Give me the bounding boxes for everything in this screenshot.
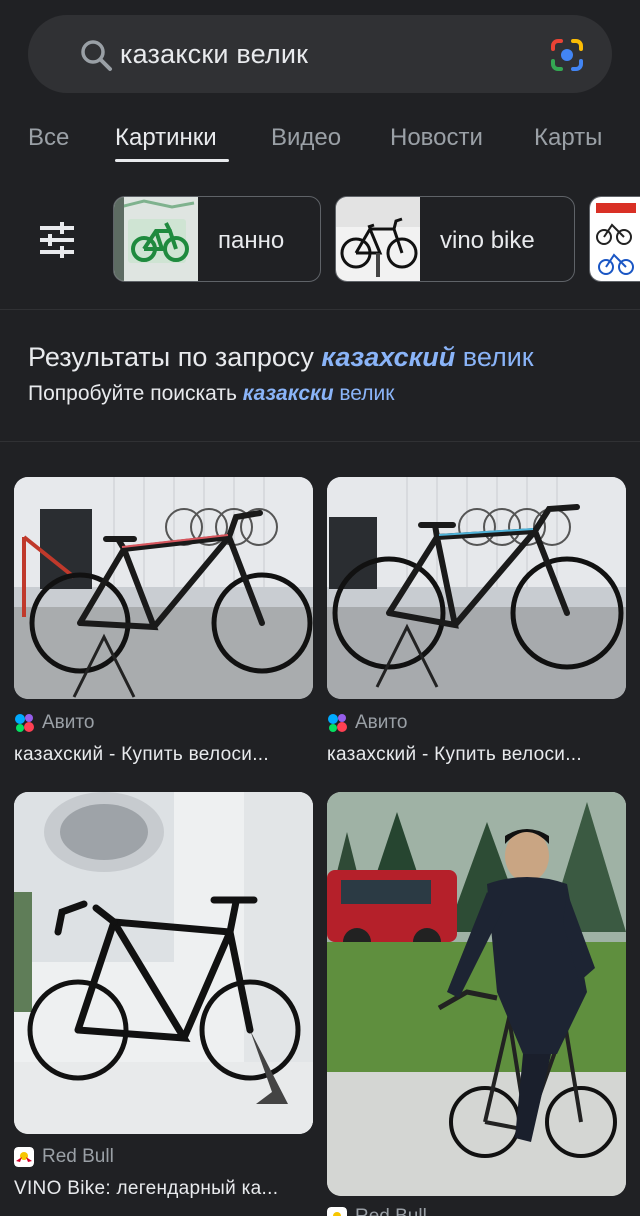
- divider: [0, 441, 640, 442]
- search-bar[interactable]: казакски велик: [28, 15, 612, 93]
- search-tabs: Все Картинки Видео Новости Карты: [0, 118, 640, 166]
- avito-favicon: [328, 714, 347, 732]
- source-name: Авито: [355, 712, 408, 733]
- chip-vino-bike[interactable]: vino bike: [335, 196, 575, 282]
- result-title-3[interactable]: VINO Bike: легендарный ка...: [14, 1178, 278, 1200]
- divider: [0, 309, 640, 310]
- chip-panno-thumbnail: [114, 197, 198, 281]
- active-tab-indicator: [115, 159, 229, 162]
- tab-maps[interactable]: Карты: [534, 124, 602, 152]
- cyclist-photo: [327, 792, 626, 1196]
- result-image-2[interactable]: [327, 477, 626, 699]
- result-source-1[interactable]: Авито: [14, 712, 94, 734]
- tab-news[interactable]: Новости: [390, 124, 483, 152]
- tab-all[interactable]: Все: [28, 124, 69, 152]
- tab-images[interactable]: Картинки: [115, 124, 217, 152]
- bike-photo: [14, 477, 313, 699]
- result-title-1[interactable]: казахский - Купить велоси...: [14, 744, 269, 766]
- showing-results-for: Результаты по запросу казахский велик: [28, 342, 534, 373]
- tune-icon[interactable]: [38, 222, 76, 258]
- source-name: Авито: [42, 712, 95, 733]
- corrected-rest-link[interactable]: велик: [463, 342, 534, 372]
- result-source-2[interactable]: Авито: [327, 712, 407, 734]
- try-prefix: Попробуйте поискать: [28, 382, 237, 405]
- original-word-link[interactable]: казакски: [243, 382, 334, 405]
- google-lens-icon[interactable]: [549, 37, 585, 73]
- avito-favicon: [15, 714, 34, 732]
- result-source-3[interactable]: Red Bull: [14, 1146, 114, 1168]
- redbull-favicon: [327, 1207, 347, 1216]
- corrected-word-link[interactable]: казахский: [321, 342, 455, 372]
- tab-video[interactable]: Видео: [271, 124, 341, 152]
- original-rest-link[interactable]: велик: [339, 382, 394, 405]
- result-source-4[interactable]: Red Bull: [327, 1206, 427, 1216]
- search-instead-for: Попробуйте поискать казакски велик: [28, 382, 394, 406]
- bike-photo: [14, 792, 313, 1134]
- result-image-1[interactable]: [14, 477, 313, 699]
- chip-partial-thumbnail: [590, 197, 640, 281]
- redbull-favicon: [14, 1147, 34, 1167]
- chip-panno[interactable]: панно: [113, 196, 321, 282]
- result-image-3[interactable]: [14, 792, 313, 1134]
- chip-label: vino bike: [440, 227, 535, 254]
- chip-vino-bike-thumbnail: [336, 197, 420, 281]
- bike-photo: [327, 477, 626, 699]
- search-query[interactable]: казакски велик: [120, 39, 308, 70]
- source-name: Red Bull: [42, 1146, 114, 1167]
- result-title-2[interactable]: казахский - Купить велоси...: [327, 744, 582, 766]
- correction-prefix: Результаты по запросу: [28, 342, 314, 372]
- search-icon[interactable]: [78, 37, 114, 73]
- chip-label: панно: [218, 227, 285, 254]
- chip-partial[interactable]: [589, 196, 640, 282]
- source-name: Red Bull: [355, 1206, 427, 1216]
- result-image-4[interactable]: [327, 792, 626, 1196]
